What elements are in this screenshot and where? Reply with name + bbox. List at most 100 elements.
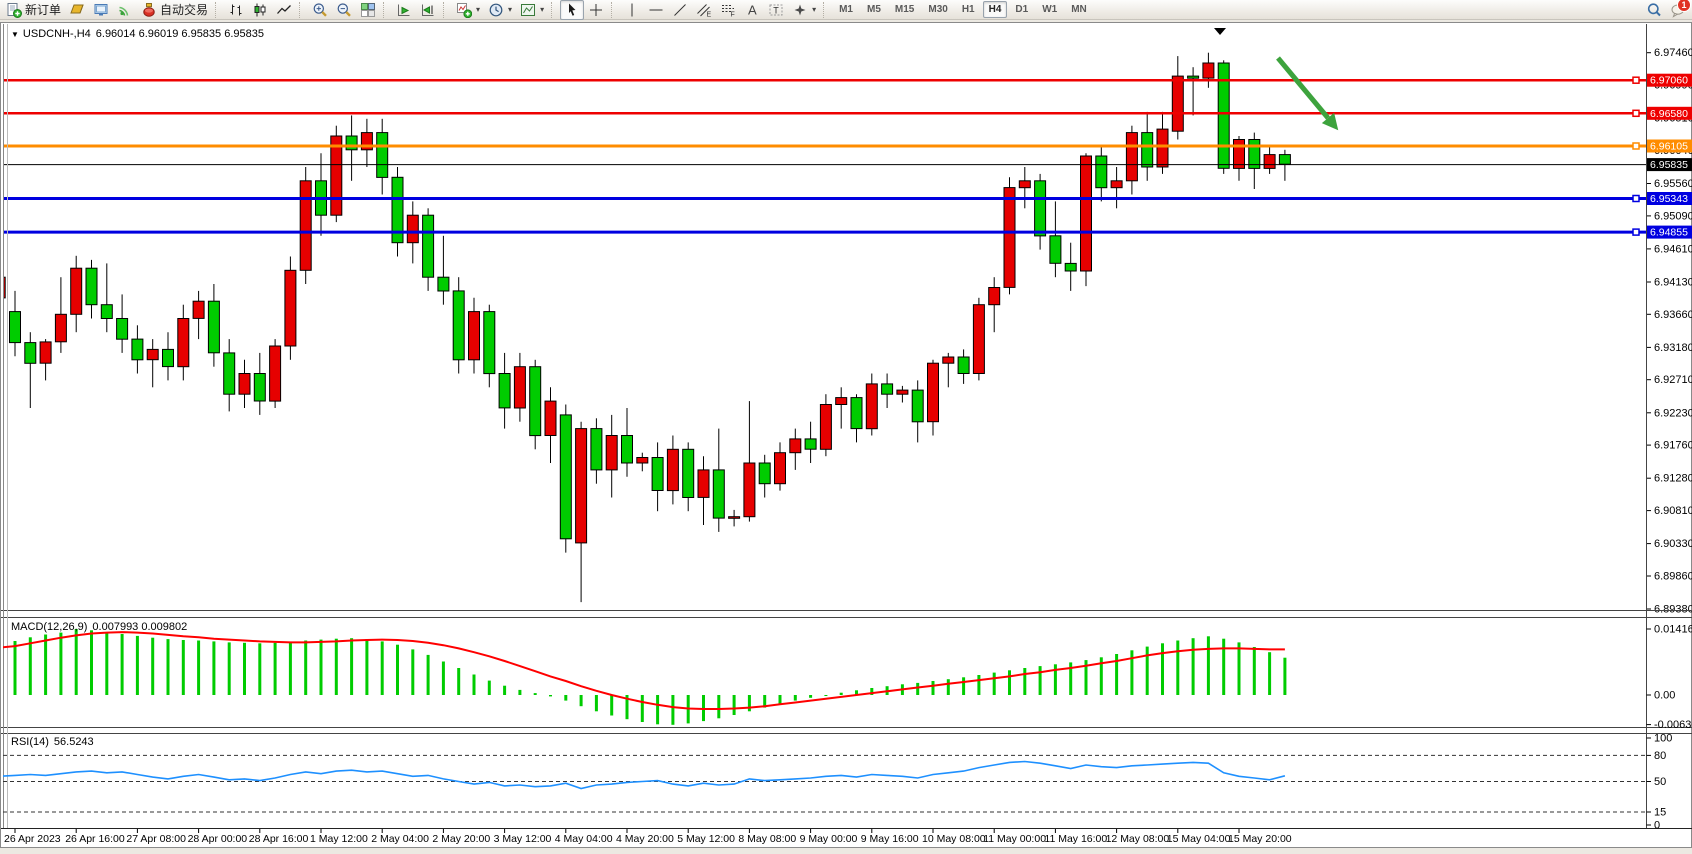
timeframe-m30-button[interactable]: M30 (922, 1, 953, 18)
toolbar-auto-scroll-button[interactable] (392, 0, 416, 20)
toolbar-autotrade-button[interactable]: 自动交易 (137, 0, 212, 20)
svg-text:6.95343: 6.95343 (1650, 193, 1688, 205)
toolbar-journal-button[interactable] (65, 0, 89, 20)
dropdown-caret-icon[interactable]: ▾ (540, 5, 544, 14)
timeframe-m5-button[interactable]: M5 (861, 1, 887, 18)
svg-text:100: 100 (1654, 733, 1672, 745)
toolbar-line-chart-button[interactable] (272, 0, 296, 20)
svg-text:6.96105: 6.96105 (1650, 141, 1688, 153)
svg-text:50: 50 (1654, 776, 1666, 788)
toolbar-text-button[interactable]: A (740, 0, 764, 20)
macd-values: 0.007993 0.009802 (92, 621, 187, 633)
svg-text:5 May 12:00: 5 May 12:00 (677, 833, 735, 845)
toolbar-candles-button[interactable] (248, 0, 272, 20)
channel-icon: E (696, 2, 712, 18)
svg-text:28 Apr 00:00: 28 Apr 00:00 (188, 833, 248, 845)
macd-name: MACD(12,26,9) (11, 621, 87, 633)
toolbar-hline-button[interactable] (644, 0, 668, 20)
toolbar-trendline-button[interactable] (668, 0, 692, 20)
toolbar-separator (551, 2, 557, 18)
toolbar-label-button[interactable]: T (764, 0, 788, 20)
svg-text:6.94855: 6.94855 (1650, 227, 1688, 239)
toolbar-channel-button[interactable]: E (692, 0, 716, 20)
svg-text:0.00: 0.00 (1654, 690, 1675, 702)
toolbar-arrows-button[interactable]: ▾ (788, 0, 820, 20)
svg-text:9 May 16:00: 9 May 16:00 (861, 833, 919, 845)
notification-badge: 1 (1677, 0, 1691, 12)
toolbar-templates-button[interactable]: ▾ (516, 0, 548, 20)
toolbar-profiles-button[interactable] (89, 0, 113, 20)
cursor-icon (564, 2, 580, 18)
toolbar-crosshair-button[interactable] (584, 0, 608, 20)
svg-text:26 Apr 16:00: 26 Apr 16:00 (65, 833, 125, 845)
toolbar-chart-shift-button[interactable] (416, 0, 440, 20)
svg-text:6.95835: 6.95835 (1650, 159, 1688, 171)
trend-arrow-annotation[interactable] (1278, 58, 1338, 130)
toolbar-separator (611, 2, 617, 18)
timeframe-m15-button[interactable]: M15 (889, 1, 920, 18)
svg-text:28 Apr 16:00: 28 Apr 16:00 (249, 833, 309, 845)
svg-text:T: T (773, 5, 779, 15)
tile-windows-icon (360, 2, 376, 18)
toolbar-indicators-button[interactable]: ▾ (452, 0, 484, 20)
svg-text:6.95090: 6.95090 (1654, 210, 1692, 222)
svg-text:4 May 20:00: 4 May 20:00 (616, 833, 674, 845)
toolbar-zoom-in-button[interactable] (308, 0, 332, 20)
svg-text:6.92230: 6.92230 (1654, 407, 1692, 419)
svg-text:6.96580: 6.96580 (1650, 108, 1688, 120)
svg-text:2 May 04:00: 2 May 04:00 (371, 833, 429, 845)
zoom-out-icon (336, 2, 352, 18)
toolbar-ohlc-bars-button[interactable] (224, 0, 248, 20)
rsi-axis: 1008050150 (1647, 733, 1673, 832)
price-axis: 6.974606.969906.965106.960406.955606.950… (1647, 47, 1692, 615)
timeframe-h4-button[interactable]: H4 (983, 1, 1008, 18)
svg-text:A: A (748, 2, 757, 17)
toolbar-separator (215, 2, 221, 18)
dropdown-caret-icon[interactable]: ▾ (508, 5, 512, 14)
line-chart-icon (276, 2, 292, 18)
timeframe-w1-button[interactable]: W1 (1036, 1, 1063, 18)
svg-text:12 May 08:00: 12 May 08:00 (1106, 833, 1170, 845)
chart-title-bar: ▼USDCNH-,H46.96014 6.96019 6.95835 6.958… (11, 28, 264, 40)
dropdown-caret-icon[interactable]: ▾ (812, 5, 816, 14)
toolbar-tile-windows-button[interactable] (356, 0, 380, 20)
profiles-icon (93, 2, 109, 18)
label-icon: T (768, 2, 784, 18)
svg-text:1 May 12:00: 1 May 12:00 (310, 833, 368, 845)
svg-text:15: 15 (1654, 807, 1666, 819)
horizontal-price-lines[interactable] (3, 77, 1646, 235)
svg-text:0.014167: 0.014167 (1654, 624, 1692, 636)
toolbar-zoom-out-button[interactable] (332, 0, 356, 20)
svg-text:E: E (707, 11, 712, 18)
chart-window[interactable]: 6.974606.969906.965106.960406.955606.950… (0, 22, 1692, 848)
chart-canvas[interactable]: 6.974606.969906.965106.960406.955606.950… (1, 23, 1692, 849)
toolbar-search-button[interactable] (1642, 0, 1666, 20)
timeframe-h1-button[interactable]: H1 (956, 1, 981, 18)
vline-icon (624, 2, 640, 18)
toolbar-button-label: 自动交易 (160, 1, 208, 18)
toolbar-signals-button[interactable] (113, 0, 137, 20)
chart-dropdown-caret[interactable]: ▼ (11, 30, 19, 39)
svg-text:80: 80 (1654, 750, 1666, 762)
svg-text:6.94610: 6.94610 (1654, 243, 1692, 255)
signals-icon (117, 2, 133, 18)
hline-icon (648, 2, 664, 18)
toolbar-periods-button[interactable]: ▾ (484, 0, 516, 20)
svg-text:6.94130: 6.94130 (1654, 277, 1692, 289)
toolbar-cursor-button[interactable] (560, 0, 584, 20)
timeframe-mn-button[interactable]: MN (1065, 1, 1093, 18)
toolbar-new-order-button[interactable]: 新订单 (2, 0, 65, 20)
ohlc-bars-icon (228, 2, 244, 18)
dropdown-caret-icon[interactable]: ▾ (476, 5, 480, 14)
toolbar-chat-button[interactable]: 1 (1666, 0, 1690, 20)
autotrade-icon (141, 2, 157, 18)
toolbar-fibo-button[interactable]: F (716, 0, 740, 20)
svg-text:9 May 00:00: 9 May 00:00 (800, 833, 858, 845)
svg-text:4 May 04:00: 4 May 04:00 (555, 833, 613, 845)
svg-text:2 May 20:00: 2 May 20:00 (432, 833, 490, 845)
timeframe-m1-button[interactable]: M1 (833, 1, 859, 18)
rsi-value: 56.5243 (54, 736, 94, 748)
timeframe-d1-button[interactable]: D1 (1009, 1, 1034, 18)
svg-text:15 May 20:00: 15 May 20:00 (1228, 833, 1292, 845)
toolbar-vline-button[interactable] (620, 0, 644, 20)
